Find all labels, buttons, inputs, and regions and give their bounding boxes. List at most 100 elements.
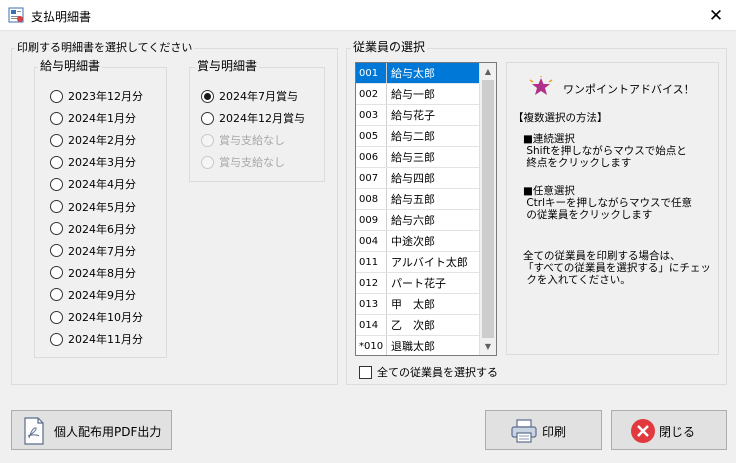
close-icon: ✕ [708,5,724,26]
radio-button[interactable] [50,310,63,324]
employee-row[interactable]: 009 給与六郎 [356,210,480,231]
employee-code: 009 [356,210,387,230]
pdf-export-button[interactable]: 個人配布用PDF出力 [11,410,172,450]
advice-all-text: 全ての従業員を印刷する場合は、 「すべての従業員を選択する」にチェッ クを入れて… [523,250,711,286]
employee-code: 012 [356,273,387,293]
radio-button[interactable] [50,155,63,169]
advice-method-heading: 【複数選択の方法】 [513,112,608,124]
bonus-radio-0[interactable]: 2024年7月賞与 [201,88,298,104]
employee-row[interactable]: 004 中途次郎 [356,231,480,252]
radio-button[interactable] [201,89,214,103]
pdf-export-label: 個人配布用PDF出力 [54,425,162,439]
employee-listbox[interactable]: 001 給与太郎 002 給与一郎 003 給与花子 005 給与二郎 006 給与三郎 007 給与… [355,62,497,356]
radio-button[interactable] [50,244,63,258]
employee-name: 給与四郎 [391,172,435,185]
close-circle-icon [631,419,655,443]
employee-name: 退職太郎 [391,340,435,353]
salary-radio-1[interactable]: 2024年1月分 [50,110,136,126]
radio-label: 2024年12月賞与 [219,112,305,125]
employee-code: 004 [356,231,387,251]
employee-code: *010 [356,336,387,355]
salary-radio-3[interactable]: 2024年3月分 [50,154,136,170]
radio-label: 2024年5月分 [68,200,136,214]
advice-continuous-heading: ■連続選択 [523,133,575,145]
salary-radio-4[interactable]: 2024年4月分 [50,176,136,192]
print-label: 印刷 [542,425,567,439]
employee-code: 005 [356,126,387,146]
radio-label: 2024年4月分 [68,178,136,192]
employee-code: 001 [356,63,387,83]
bonus-group-label: 賞与明細書 [195,59,260,73]
close-button[interactable]: 閉じる [611,410,727,450]
radio-label: 2024年9月分 [68,288,136,302]
close-label: 閉じる [659,425,696,439]
employee-code: 006 [356,147,387,167]
employee-name: 給与花子 [391,109,435,122]
employee-row[interactable]: *010 退職太郎 [356,336,480,355]
radio-label: 2024年3月分 [68,156,136,170]
salary-radio-2[interactable]: 2024年2月分 [50,132,136,148]
select-all-label: 全ての従業員を選択する [377,366,498,379]
window-close-button[interactable]: ✕ [696,0,736,31]
select-all-checkbox[interactable] [359,365,372,379]
salary-radio-7[interactable]: 2024年7月分 [50,243,136,259]
employee-name: 給与三郎 [391,151,435,164]
scroll-thumb[interactable] [482,80,494,338]
scroll-down-icon[interactable]: ▼ [480,338,496,355]
employee-name: 給与太郎 [391,67,435,80]
employee-row[interactable]: 007 給与四郎 [356,168,480,189]
bonus-radio-1[interactable]: 2024年12月賞与 [201,110,305,126]
radio-button[interactable] [50,111,63,125]
select-all-employees[interactable]: 全ての従業員を選択する [359,364,498,380]
employee-code: 013 [356,294,387,314]
employee-row[interactable]: 012 パート花子 [356,273,480,294]
employee-row[interactable]: 013 甲 太郎 [356,294,480,315]
radio-label: 2024年10月分 [68,311,143,324]
employee-row[interactable]: 014 乙 次郎 [356,315,480,336]
employee-name: 乙 次郎 [391,319,435,332]
employee-row[interactable]: 001 給与太郎 [356,63,480,84]
radio-button[interactable] [50,288,63,302]
scroll-up-icon[interactable]: ▲ [480,63,496,80]
window-title: 支払明細書 [31,10,92,24]
app-icon [8,7,24,23]
employee-name: 給与五郎 [391,193,435,206]
salary-radio-10[interactable]: 2024年10月分 [50,309,143,325]
employee-code: 011 [356,252,387,272]
advice-continuous-text: Shiftを押しながらマウスで始点と 終点をクリックします [526,145,687,169]
employee-row[interactable]: 008 給与五郎 [356,189,480,210]
advice-title: ワンポイントアドバイス！ [563,83,695,96]
salary-radio-8[interactable]: 2024年8月分 [50,265,136,281]
employee-row[interactable]: 011 アルバイト太郎 [356,252,480,273]
radio-label: 2024年7月分 [68,244,136,258]
employee-selection-label: 従業員の選択 [351,40,428,54]
salary-radio-0[interactable]: 2023年12月分 [50,88,143,104]
employee-row[interactable]: 003 給与花子 [356,105,480,126]
salary-radio-6[interactable]: 2024年6月分 [50,221,136,237]
radio-label: 賞与支給なし [219,134,285,147]
radio-label: 2024年8月分 [68,266,136,280]
radio-button[interactable] [50,266,63,280]
radio-label: 2024年6月分 [68,222,136,236]
radio-button[interactable] [50,89,63,103]
radio-button[interactable] [50,222,63,236]
print-selection-label: 印刷する明細書を選択してください [15,41,195,54]
salary-radio-5[interactable]: 2024年5月分 [50,199,136,215]
employee-name: 給与二郎 [391,130,435,143]
salary-radio-11[interactable]: 2024年11月分 [50,331,143,347]
radio-button[interactable] [50,133,63,147]
employee-row[interactable]: 005 給与二郎 [356,126,480,147]
radio-button[interactable] [50,332,63,346]
radio-label: 賞与支給なし [219,156,285,169]
radio-button[interactable] [50,177,63,191]
radio-label: 2023年12月分 [68,90,143,103]
employee-name: パート花子 [391,277,446,290]
print-button[interactable]: 印刷 [485,410,602,450]
pdf-file-icon [24,417,44,445]
employee-row[interactable]: 002 給与一郎 [356,84,480,105]
radio-button[interactable] [50,200,63,213]
listbox-scrollbar[interactable]: ▲ ▼ [479,63,496,355]
salary-radio-9[interactable]: 2024年9月分 [50,287,136,303]
radio-button[interactable] [201,111,214,125]
employee-row[interactable]: 006 給与三郎 [356,147,480,168]
